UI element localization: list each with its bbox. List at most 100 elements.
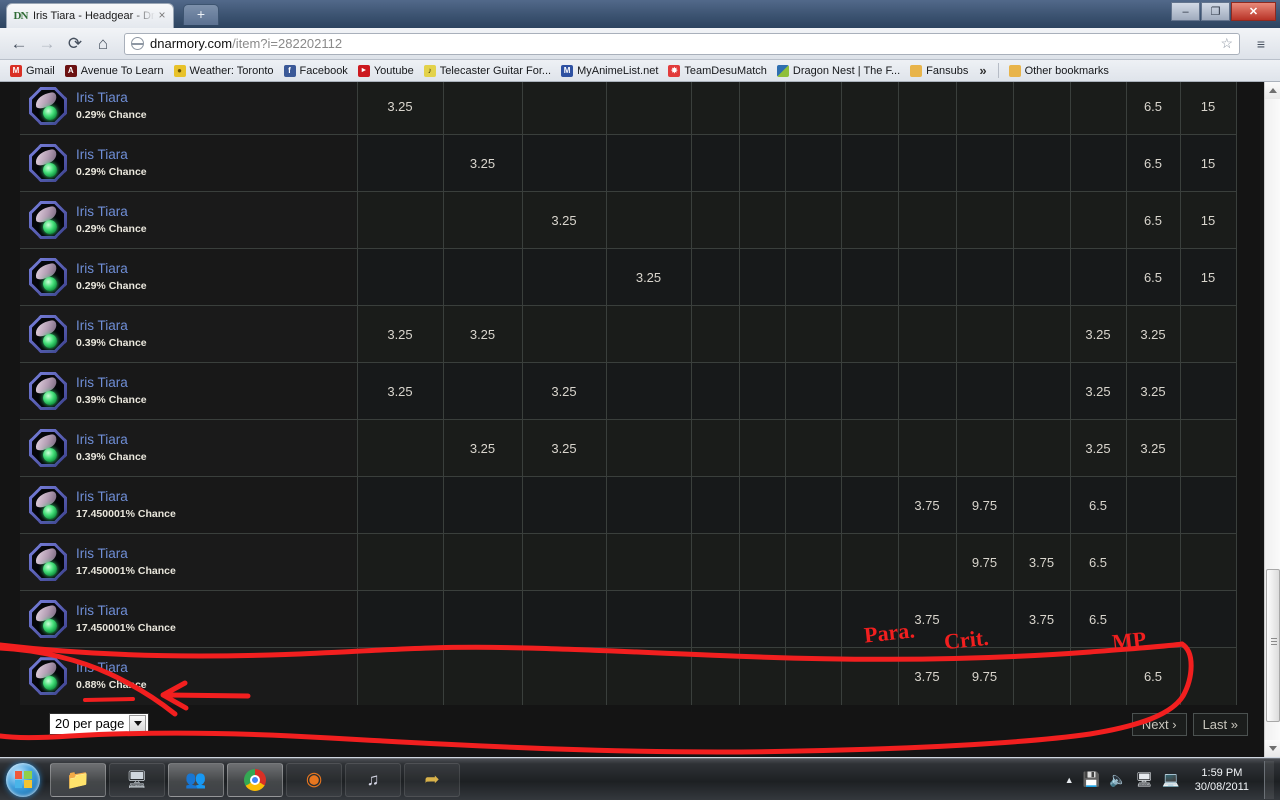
stat-cell (606, 590, 692, 648)
display-icon[interactable]: 💻 (1162, 771, 1179, 788)
bookmark-folder-other-bookmarks[interactable]: Other bookmarks (1005, 62, 1113, 80)
stat-cell (956, 362, 1014, 420)
stat-cell (841, 305, 899, 363)
mal-icon: M (561, 64, 574, 77)
bookmark-dragon-nest-forum[interactable]: Dragon Nest | The F... (773, 62, 904, 80)
stat-cell (691, 419, 740, 477)
bookmark-teamdesumatch[interactable]: ✸ TeamDesuMatch (664, 62, 771, 80)
volume-icon[interactable]: 🔈 (1109, 771, 1126, 788)
drop-item-cell: Iris Tiara 17.450001% Chance (20, 590, 358, 648)
scrollbar-thumb[interactable] (1266, 569, 1280, 722)
taskbar-windows-live-messenger[interactable]: 👥 (168, 762, 224, 797)
taskbar-itunes[interactable]: ♫ (345, 762, 401, 797)
stat-cell (1013, 82, 1071, 135)
stat-cell: 3.25 (1126, 419, 1181, 477)
stat-cell: 15 (1180, 248, 1237, 306)
item-name-link[interactable]: Iris Tiara (76, 375, 128, 390)
stat-cell (691, 590, 740, 648)
new-tab-button[interactable]: + (183, 4, 219, 25)
stat-cell: 3.75 (898, 476, 957, 534)
monitor-icon: 🖥 (126, 769, 148, 789)
stat-cell: 15 (1180, 82, 1237, 135)
folder-icon (1008, 64, 1021, 77)
stat-cell (606, 134, 692, 192)
bookmark-star-icon[interactable]: ☆ (1220, 35, 1233, 52)
bookmark-facebook[interactable]: f Facebook (280, 62, 352, 80)
item-name-link[interactable]: Iris Tiara (76, 660, 128, 675)
taskbar-dragon-nest-game[interactable]: ➦ (404, 762, 460, 797)
item-name-link[interactable]: Iris Tiara (76, 318, 128, 333)
browser-tab-iris-tiara[interactable]: DN Iris Tiara - Headgear - Drag × (6, 3, 174, 28)
item-name-link[interactable]: Iris Tiara (76, 603, 128, 618)
stat-cell (443, 248, 523, 306)
chrome-browser-window: DN Iris Tiara - Headgear - Drag × + – ❐ … (0, 0, 1280, 758)
stat-cell (606, 419, 692, 477)
scroll-down-icon[interactable] (1265, 740, 1280, 757)
item-name-link[interactable]: Iris Tiara (76, 489, 128, 504)
stat-cell: 3.25 (1070, 305, 1127, 363)
item-name-link[interactable]: Iris Tiara (76, 90, 128, 105)
item-name-link[interactable]: Iris Tiara (76, 546, 128, 561)
bookmark-folder-fansubs[interactable]: Fansubs (906, 62, 972, 80)
stat-cell (841, 533, 899, 591)
messenger-icon: 👥 (185, 769, 207, 789)
close-window-button[interactable]: ✕ (1231, 2, 1276, 21)
item-name-link[interactable]: Iris Tiara (76, 147, 128, 162)
reload-icon[interactable]: ⟳ (64, 33, 86, 55)
item-name-link[interactable]: Iris Tiara (76, 432, 128, 447)
taskbar-google-chrome[interactable] (227, 762, 283, 797)
table-row: Iris Tiara 0.39% Chance 3.25 3.25 3.25 3.25 (20, 419, 1237, 477)
chevron-down-icon[interactable] (129, 714, 147, 733)
page-scrollbar-vertical[interactable] (1264, 82, 1280, 757)
item-name-link[interactable]: Iris Tiara (76, 204, 128, 219)
stat-cell (841, 362, 899, 420)
bookmarks-overflow-button[interactable]: » (974, 63, 991, 78)
stat-cell: 6.5 (1126, 134, 1181, 192)
forward-icon[interactable]: → (36, 33, 58, 55)
item-name-link[interactable]: Iris Tiara (76, 261, 128, 276)
url-path: /item?i=282202112 (232, 36, 343, 51)
bookmark-myanimelist[interactable]: M MyAnimeList.net (557, 62, 662, 80)
bookmark-youtube[interactable]: ► Youtube (354, 62, 418, 80)
start-button[interactable] (2, 761, 44, 799)
bookmark-weather-toronto[interactable]: ● Weather: Toronto (170, 62, 278, 80)
windows-taskbar: 📁 🖥 👥 ◉ ♫ ➦ ▲ 💾 🔈 🖥 💻 1:59 PM 30/08/2011 (0, 758, 1280, 800)
telecaster-icon: ♪ (423, 64, 436, 77)
show-desktop-button[interactable] (1264, 760, 1274, 799)
stat-cell (785, 82, 842, 135)
show-hidden-icons-button[interactable]: ▲ (1065, 775, 1074, 785)
address-bar[interactable]: dnarmory.com/item?i=282202112 ☆ (124, 32, 1240, 55)
per-page-select[interactable]: 20 per page (49, 712, 150, 735)
stat-cell (841, 476, 899, 534)
stat-cell: 3.25 (357, 362, 444, 420)
scroll-up-icon[interactable] (1265, 82, 1280, 99)
maximize-button[interactable]: ❐ (1201, 2, 1230, 21)
stat-cell (739, 590, 786, 648)
next-page-button[interactable]: Next › (1131, 712, 1187, 736)
stat-cell: 3.25 (357, 82, 444, 135)
network-icon[interactable]: 🖥 (1136, 771, 1154, 788)
minimize-button[interactable]: – (1171, 2, 1200, 21)
stat-cell (1013, 305, 1071, 363)
bookmark-label: Weather: Toronto (189, 64, 274, 77)
back-icon[interactable]: ← (8, 33, 30, 55)
last-page-button[interactable]: Last » (1192, 712, 1248, 736)
bookmark-gmail[interactable]: M Gmail (6, 62, 59, 80)
stat-cell: 3.25 (357, 305, 444, 363)
menu-icon[interactable]: ≡ (1250, 33, 1272, 55)
stat-cell (898, 362, 957, 420)
bookmark-telecaster-guitar-forum[interactable]: ♪ Telecaster Guitar For... (420, 62, 555, 80)
item-drop-chance: 0.29% Chance (76, 280, 147, 292)
stat-cell (522, 248, 607, 306)
stat-cell (785, 419, 842, 477)
taskbar-mozilla-firefox[interactable]: ◉ (286, 762, 342, 797)
close-icon[interactable]: × (155, 9, 169, 23)
taskbar-windows-explorer[interactable]: 📁 (50, 762, 106, 797)
dragonnest-icon (776, 64, 789, 77)
taskbar-clock[interactable]: 1:59 PM 30/08/2011 (1189, 766, 1255, 794)
home-icon[interactable]: ⌂ (92, 33, 114, 55)
taskbar-task-manager[interactable]: 🖥 (109, 762, 165, 797)
bookmark-avenue-to-learn[interactable]: A Avenue To Learn (61, 62, 168, 80)
flash-drive-icon[interactable]: 💾 (1083, 771, 1100, 788)
stat-cell (522, 134, 607, 192)
